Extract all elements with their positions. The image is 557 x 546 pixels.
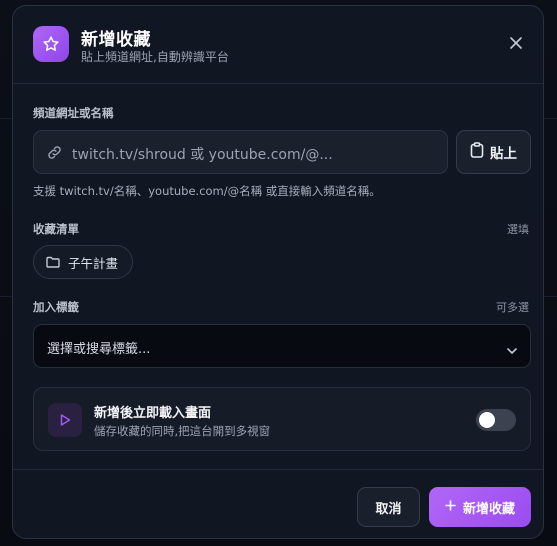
paste-button[interactable]: 貼上 [456, 130, 531, 174]
add-favorite-dialog: 新增收藏 貼上頻道網址,自動辨識平台 頻道網址或名稱 twitch.tv/shr… [12, 5, 544, 539]
add-favorite-label: 新增收藏 [462, 501, 515, 517]
collection-chip-label: 子午計畫 [68, 255, 119, 271]
chevron-down-icon [506, 340, 518, 359]
collection-optional-hint: 選填 [507, 223, 529, 236]
tag-select[interactable]: 選擇或搜尋標籤... [33, 324, 531, 368]
dialog-title: 新增收藏 [81, 30, 151, 50]
autoload-toggle[interactable] [476, 409, 516, 431]
play-icon [48, 403, 82, 437]
plus-icon [445, 499, 456, 515]
folder-icon [46, 253, 60, 272]
autoload-option-card: 新增後立即載入畫面 儲存收藏的同時,把這台開到多視窗 [33, 387, 531, 451]
tags-multi-hint: 可多選 [496, 301, 529, 314]
channel-label: 頻道網址或名稱 [33, 106, 114, 120]
close-icon [510, 37, 522, 49]
close-button[interactable] [505, 32, 527, 54]
channel-url-placeholder: twitch.tv/shroud 或 youtube.com/@... [72, 147, 333, 163]
add-favorite-button[interactable]: 新增收藏 [429, 487, 531, 527]
autoload-option-description: 儲存收藏的同時,把這台開到多視窗 [94, 424, 271, 438]
star-icon [33, 26, 69, 62]
tags-label: 加入標籤 [33, 300, 79, 314]
autoload-option-title: 新增後立即載入畫面 [94, 406, 212, 421]
channel-url-input[interactable]: twitch.tv/shroud 或 youtube.com/@... [33, 130, 448, 174]
dialog-footer: 取消 新增收藏 [13, 469, 543, 538]
clipboard-icon [470, 142, 484, 162]
collection-chip[interactable]: 子午計畫 [33, 245, 134, 279]
support-hint: 支援 twitch.tv/名稱、youtube.com/@名稱 或直接輸入頻道名… [33, 184, 381, 198]
tag-select-placeholder: 選擇或搜尋標籤... [47, 342, 151, 357]
link-icon [46, 144, 63, 165]
cancel-button[interactable]: 取消 [357, 487, 420, 527]
toggle-knob [479, 412, 495, 428]
dialog-subtitle: 貼上頻道網址,自動辨識平台 [81, 50, 229, 64]
collection-label: 收藏清單 [33, 222, 79, 236]
paste-button-label: 貼上 [490, 146, 517, 162]
dialog-header: 新增收藏 貼上頻道網址,自動辨識平台 [13, 6, 543, 84]
